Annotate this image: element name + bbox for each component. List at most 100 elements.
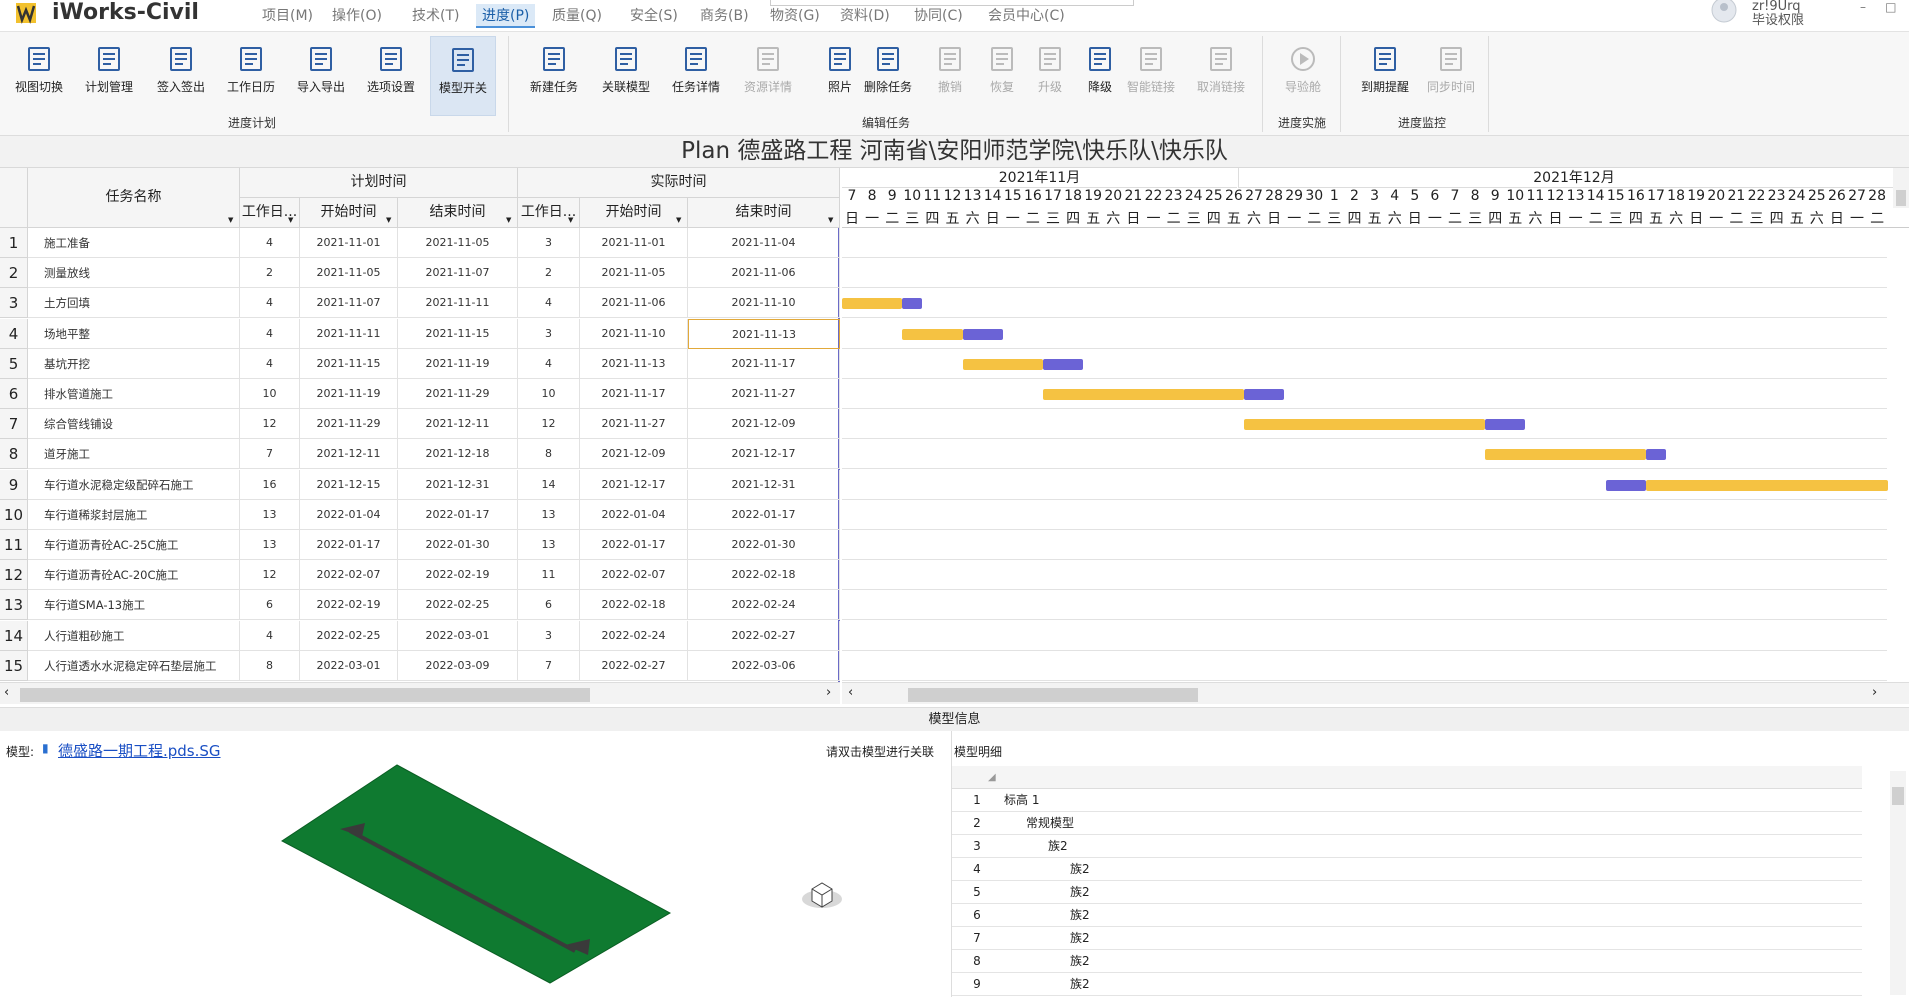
grid-cell-ae[interactable]: 2022-03-06 (688, 650, 840, 681)
grid-cell-pe[interactable]: 2021-11-15 (398, 318, 518, 349)
minimize-button[interactable]: – (1860, 0, 1866, 14)
grid-cell-ad[interactable]: 11 (518, 560, 580, 591)
col-header-4[interactable]: 开始时间 (580, 198, 688, 228)
gantt-bar-actual[interactable] (1646, 449, 1667, 461)
sort-arrow-icon[interactable]: ▼ (506, 216, 511, 224)
grid-cell-as[interactable]: 2021-11-06 (580, 288, 688, 319)
grid-cell-pd[interactable]: 16 (240, 469, 300, 500)
ribbon-btn-resource-detail[interactable]: 资源详情 (738, 36, 798, 116)
tree-row[interactable]: 4 族2 (952, 858, 1862, 881)
maximize-button[interactable]: □ (1885, 0, 1896, 14)
row-number[interactable]: 5 (0, 348, 28, 379)
gantt-bar-plan[interactable] (1043, 389, 1244, 400)
tree-row[interactable]: 6 族2 (952, 904, 1862, 927)
grid-cell-pd[interactable]: 4 (240, 288, 300, 319)
grid-cell-ps[interactable]: 2022-02-25 (300, 620, 398, 651)
grid-cell-ae[interactable]: 2022-01-30 (688, 530, 840, 560)
scroll-left-icon[interactable]: ‹ (4, 685, 9, 700)
grid-cell-as[interactable]: 2021-11-01 (580, 228, 688, 258)
grid-cell-as[interactable]: 2021-11-05 (580, 258, 688, 289)
grid-cell-as[interactable]: 2021-11-10 (580, 318, 688, 349)
grid-cell-ad[interactable]: 8 (518, 439, 580, 470)
grid-cell-ae[interactable]: 2022-02-24 (688, 590, 840, 621)
grid-cell-as[interactable]: 2021-12-17 (580, 469, 688, 500)
grid-cell-as[interactable]: 2021-11-17 (580, 379, 688, 409)
grid-cell-ad[interactable]: 12 (518, 409, 580, 440)
grid-cell-ad[interactable]: 3 (518, 228, 580, 258)
gantt-bar-actual[interactable] (1485, 419, 1526, 431)
grid-cell-pd[interactable]: 4 (240, 348, 300, 379)
row-number[interactable]: 8 (0, 439, 28, 470)
grid-cell-pe[interactable]: 2021-11-11 (398, 288, 518, 319)
ribbon-btn-inspect[interactable]: 导验舱 (1270, 36, 1336, 116)
ribbon-btn-view-switch[interactable]: 视图切换 (6, 36, 72, 116)
menu-item-5[interactable]: 安全(S) (624, 4, 684, 28)
task-name-cell[interactable]: 基坑开挖 (28, 348, 240, 379)
task-name-cell[interactable]: 人行道粗砂施工 (28, 620, 240, 651)
grid-cell-ae[interactable]: 2021-12-17 (688, 439, 840, 470)
row-number[interactable]: 1 (0, 228, 28, 258)
grid-cell-pe[interactable]: 2021-11-19 (398, 348, 518, 379)
tree-row[interactable]: 9 族2 (952, 973, 1862, 996)
grid-cell-ps[interactable]: 2021-11-15 (300, 348, 398, 379)
task-name-cell[interactable]: 车行道SMA-13施工 (28, 590, 240, 621)
grid-cell-ps[interactable]: 2022-01-17 (300, 530, 398, 560)
task-name-cell[interactable]: 土方回填 (28, 288, 240, 319)
grid-cell-ae[interactable]: 2022-01-17 (688, 499, 840, 530)
grid-cell-pd[interactable]: 4 (240, 318, 300, 349)
menu-item-4[interactable]: 质量(Q) (546, 4, 608, 28)
gantt-scroll-left-icon[interactable]: ‹ (848, 685, 853, 700)
grid-cell-pd[interactable]: 13 (240, 499, 300, 530)
tree-row[interactable]: 2 常规模型 (952, 812, 1862, 835)
menu-item-9[interactable]: 协同(C) (908, 4, 969, 28)
col-header-5[interactable]: 结束时间 (688, 198, 840, 228)
grid-cell-ad[interactable]: 6 (518, 590, 580, 621)
sort-arrow-icon[interactable]: ▼ (676, 216, 681, 224)
gantt-hscrollbar[interactable]: ‹ › (842, 682, 1909, 704)
grid-cell-as[interactable]: 2021-12-09 (580, 439, 688, 470)
grid-cell-ae[interactable]: 2021-11-13 (688, 318, 840, 349)
gantt-bar-actual[interactable] (1043, 358, 1084, 370)
grid-cell-as[interactable]: 2022-01-17 (580, 530, 688, 560)
row-number[interactable]: 12 (0, 560, 28, 591)
menu-item-1[interactable]: 操作(O) (326, 4, 388, 28)
grid-cell-ps[interactable]: 2021-11-07 (300, 288, 398, 319)
grid-cell-ps[interactable]: 2022-02-07 (300, 560, 398, 591)
sort-arrow-icon[interactable]: ▼ (228, 216, 233, 224)
gantt-bar-actual[interactable] (1244, 389, 1285, 400)
grid-cell-ad[interactable]: 13 (518, 499, 580, 530)
grid-cell-ad[interactable]: 4 (518, 348, 580, 379)
grid-cell-ps[interactable]: 2022-02-19 (300, 590, 398, 621)
ribbon-btn-sync-time[interactable]: 同步时间 (1420, 36, 1482, 116)
grid-cell-pd[interactable]: 4 (240, 228, 300, 258)
grid-cell-pe[interactable]: 2021-12-31 (398, 469, 518, 500)
model-tree-vscrollbar[interactable] (1890, 771, 1906, 995)
task-name-cell[interactable]: 人行道透水水泥稳定碎石垫层施工 (28, 650, 240, 681)
grid-hscroll-thumb[interactable] (20, 688, 590, 702)
grid-cell-pe[interactable]: 2022-02-19 (398, 560, 518, 591)
tree-row[interactable]: 3 族2 (952, 835, 1862, 858)
task-name-cell[interactable]: 车行道稀浆封层施工 (28, 499, 240, 530)
grid-cell-ad[interactable]: 10 (518, 379, 580, 409)
grid-cell-ps[interactable]: 2021-11-01 (300, 228, 398, 258)
grid-cell-pe[interactable]: 2022-03-09 (398, 650, 518, 681)
task-name-cell[interactable]: 车行道沥青砼AC-25C施工 (28, 530, 240, 560)
gantt-bar-plan[interactable] (962, 358, 1043, 370)
grid-cell-as[interactable]: 2022-01-04 (580, 499, 688, 530)
grid-cell-as[interactable]: 2021-11-27 (580, 409, 688, 440)
row-number[interactable]: 7 (0, 409, 28, 440)
grid-cell-pd[interactable]: 10 (240, 379, 300, 409)
grid-cell-pd[interactable]: 12 (240, 409, 300, 440)
grid-cell-pe[interactable]: 2021-11-07 (398, 258, 518, 289)
gantt-hscroll-thumb[interactable] (908, 688, 1198, 702)
task-name-cell[interactable]: 道牙施工 (28, 439, 240, 470)
tree-vscroll-thumb[interactable] (1892, 787, 1904, 805)
grid-cell-ps[interactable]: 2022-03-01 (300, 650, 398, 681)
grid-cell-pd[interactable]: 12 (240, 560, 300, 591)
task-name-cell[interactable]: 车行道沥青砼AC-20C施工 (28, 560, 240, 591)
grid-cell-ps[interactable]: 2021-11-19 (300, 379, 398, 409)
task-name-cell[interactable]: 测量放线 (28, 258, 240, 289)
ribbon-btn-delete-task[interactable]: 删除任务 (858, 36, 918, 116)
menu-item-10[interactable]: 会员中心(C) (982, 4, 1071, 28)
ribbon-btn-unlink[interactable]: 取消链接 (1186, 36, 1256, 116)
